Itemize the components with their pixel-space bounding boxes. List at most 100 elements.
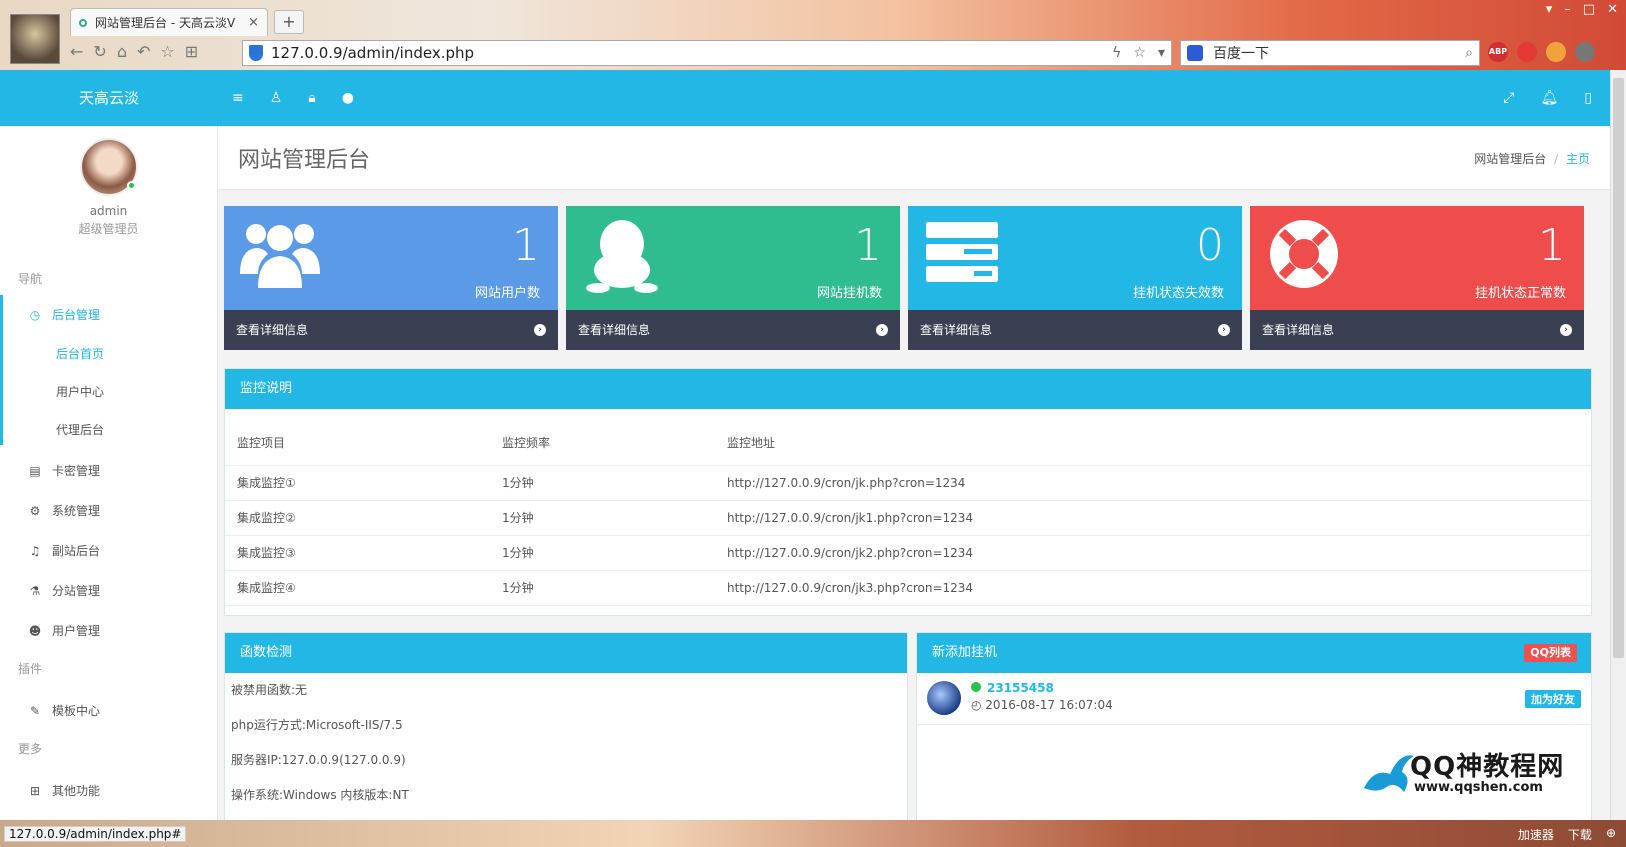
monitor-table: 监控项目 监控频率 监控地址 集成监控① 1分钟 http://127.0.0.… — [225, 409, 1591, 606]
add-friend-button[interactable]: 加为好友 — [1525, 690, 1581, 708]
browser-tab[interactable]: 网站管理后台 - 天高云淡V × — [70, 8, 268, 36]
sidebar-item-substation[interactable]: ♫ 副站后台 — [0, 531, 217, 571]
stat-value: 0 — [1196, 220, 1224, 271]
stat-details-link[interactable]: 查看详细信息 › — [908, 310, 1242, 350]
apps-icon[interactable]: ⊞ — [185, 42, 198, 61]
lock-icon[interactable]: 🔒︎ — [308, 90, 315, 106]
close-window-icon[interactable]: ✕ — [1607, 2, 1618, 17]
sidebar-subitem-agent[interactable]: 代理后台 — [0, 411, 217, 449]
adblock-icon[interactable]: ABP — [1488, 42, 1508, 62]
notification-bell-icon[interactable]: 🔔︎ — [1541, 90, 1559, 106]
lightning-icon[interactable]: ϟ — [1112, 45, 1121, 61]
accelerator-button[interactable]: 加速器 — [1518, 826, 1554, 843]
time-text: 2016-08-17 16:07:04 — [985, 698, 1113, 712]
zoom-icon[interactable]: ⊕ — [1606, 826, 1616, 843]
address-text[interactable]: 127.0.0.9/admin/index.php — [271, 44, 474, 62]
column-header: 监控地址 — [715, 409, 1591, 466]
brand-name[interactable]: 天高云淡 — [0, 70, 218, 126]
gear-icon: ⚙ — [29, 504, 41, 518]
page-header: 网站管理后台 网站管理后台 / 主页 — [218, 126, 1610, 190]
tab-close-icon[interactable]: × — [248, 15, 259, 30]
chevron-right-icon: › — [534, 324, 546, 336]
function-check-title: 函数检测 — [225, 633, 907, 673]
security-shield-icon — [249, 45, 263, 61]
sidebar-subitem-user-center[interactable]: 用户中心 — [0, 373, 217, 411]
stat-label: 挂机状态正常数 — [1474, 286, 1566, 301]
browser-avatar[interactable] — [10, 14, 60, 64]
breadcrumb: 网站管理后台 / 主页 — [1474, 150, 1590, 167]
monitor-panel-title: 监控说明 — [225, 369, 1591, 409]
wrench-icon[interactable] — [1575, 42, 1595, 62]
qq-icon[interactable]: ● — [342, 90, 354, 106]
stat-link-label: 查看详细信息 — [236, 323, 309, 337]
sidebar-item-templates[interactable]: ✎ 模板中心 — [0, 691, 217, 731]
sidebar-item-users[interactable]: ☻ 用户管理 — [0, 611, 217, 651]
minimize-icon[interactable]: – — [1564, 2, 1571, 17]
table-cell: 集成监控① — [225, 465, 490, 501]
maximize-icon[interactable]: □ — [1583, 2, 1595, 17]
user-icon[interactable]: ♙ — [270, 90, 283, 106]
fullscreen-icon[interactable]: ⤢ — [1503, 90, 1514, 106]
sidebar-item-branch[interactable]: ⚗ 分站管理 — [0, 571, 217, 611]
table-header-row: 监控项目 监控频率 监控地址 — [225, 409, 1591, 466]
search-icon[interactable]: ⌕ — [1465, 45, 1473, 61]
status-url: 127.0.0.9/admin/index.php# — [4, 826, 187, 842]
extension-icons: ABP — [1488, 42, 1595, 62]
cookie-icon[interactable] — [1546, 42, 1566, 62]
stat-details-link[interactable]: 查看详细信息 › — [1250, 310, 1584, 350]
qq-number-text: 23155458 — [987, 681, 1054, 695]
chevron-right-icon: › — [1560, 324, 1572, 336]
sidebar-item-dashboard[interactable]: ◷ 后台管理 — [0, 295, 217, 335]
table-cell: 集成监控③ — [225, 535, 490, 571]
avatar[interactable] — [79, 138, 138, 196]
dashboard-icon: ◷ — [29, 308, 41, 322]
undo-icon[interactable]: ↶ — [137, 42, 150, 61]
host-qq-number[interactable]: 23155458 — [971, 681, 1054, 695]
stat-value: 1 — [1538, 220, 1566, 271]
stat-link-label: 查看详细信息 — [920, 323, 993, 337]
table-row: 集成监控③ 1分钟 http://127.0.0.9/cron/jk2.php?… — [225, 535, 1591, 571]
watermark-url: www.qqshen.com — [1414, 780, 1543, 795]
favorite-icon[interactable]: ☆ — [160, 42, 174, 61]
page-scrollbar[interactable] — [1610, 70, 1626, 820]
function-line: 操作系统:Windows 内核版本:NT — [231, 788, 409, 802]
menu-toggle-icon[interactable]: ≡ — [232, 90, 244, 106]
app-header: 天高云淡 ≡ ♙ 🔒︎ ● ⤢ 🔔︎ ▯ — [0, 70, 1610, 126]
qq-penguin-icon — [586, 220, 658, 293]
refresh-icon[interactable]: ↻ — [93, 42, 106, 61]
extension-shield-icon[interactable] — [1517, 42, 1537, 62]
sidebar-item-label: 后台管理 — [52, 308, 101, 322]
panel-toggle-icon[interactable]: ▯ — [1584, 90, 1592, 106]
home-icon[interactable]: ⌂ — [117, 42, 127, 61]
chevron-right-icon: › — [876, 324, 888, 336]
function-line: 被禁用函数:无 — [231, 683, 308, 697]
stat-details-link[interactable]: 查看详细信息 › — [224, 310, 558, 350]
column-header: 监控频率 — [490, 409, 715, 466]
chevron-right-icon: › — [1218, 324, 1230, 336]
address-bar[interactable]: 127.0.0.9/admin/index.php ϟ ☆ ▾ — [242, 40, 1172, 66]
table-cell: http://127.0.0.9/cron/jk.php?cron=1234 — [715, 465, 1591, 501]
new-tab-button[interactable]: + — [274, 10, 304, 34]
user-profile: admin 超级管理员 — [0, 126, 217, 237]
breadcrumb-root[interactable]: 网站管理后台 — [1474, 152, 1546, 166]
sidebar-subitem-home[interactable]: 后台首页 — [0, 335, 217, 373]
sidebar-item-cards[interactable]: ▤ 卡密管理 — [0, 451, 217, 491]
clock-icon: ◴ — [971, 698, 986, 712]
qq-list-button[interactable]: QQ列表 — [1524, 644, 1577, 662]
edit-icon: ✎ — [29, 704, 41, 718]
stat-card-hosts: 1 网站挂机数 查看详细信息 › — [566, 206, 900, 350]
search-text[interactable]: 百度一下 — [1213, 43, 1269, 63]
watermark-title: QQ神教程网 — [1410, 752, 1565, 782]
scrollbar-thumb[interactable] — [1613, 78, 1624, 658]
sidebar-item-label: 系统管理 — [52, 504, 101, 518]
bookmark-star-icon[interactable]: ☆ — [1133, 45, 1146, 61]
back-icon[interactable]: ← — [70, 42, 83, 61]
dropdown-icon[interactable]: ▾ — [1158, 45, 1165, 61]
search-box[interactable]: 百度一下 ⌕ — [1180, 40, 1480, 66]
more-section-title: 更多 — [18, 742, 43, 756]
stat-details-link[interactable]: 查看详细信息 › — [566, 310, 900, 350]
skin-icon[interactable]: ▾ — [1546, 2, 1553, 17]
sidebar-item-other[interactable]: ⊞ 其他功能 — [0, 771, 217, 811]
sidebar-item-system[interactable]: ⚙ 系统管理 — [0, 491, 217, 531]
download-button[interactable]: 下载 — [1568, 826, 1592, 843]
